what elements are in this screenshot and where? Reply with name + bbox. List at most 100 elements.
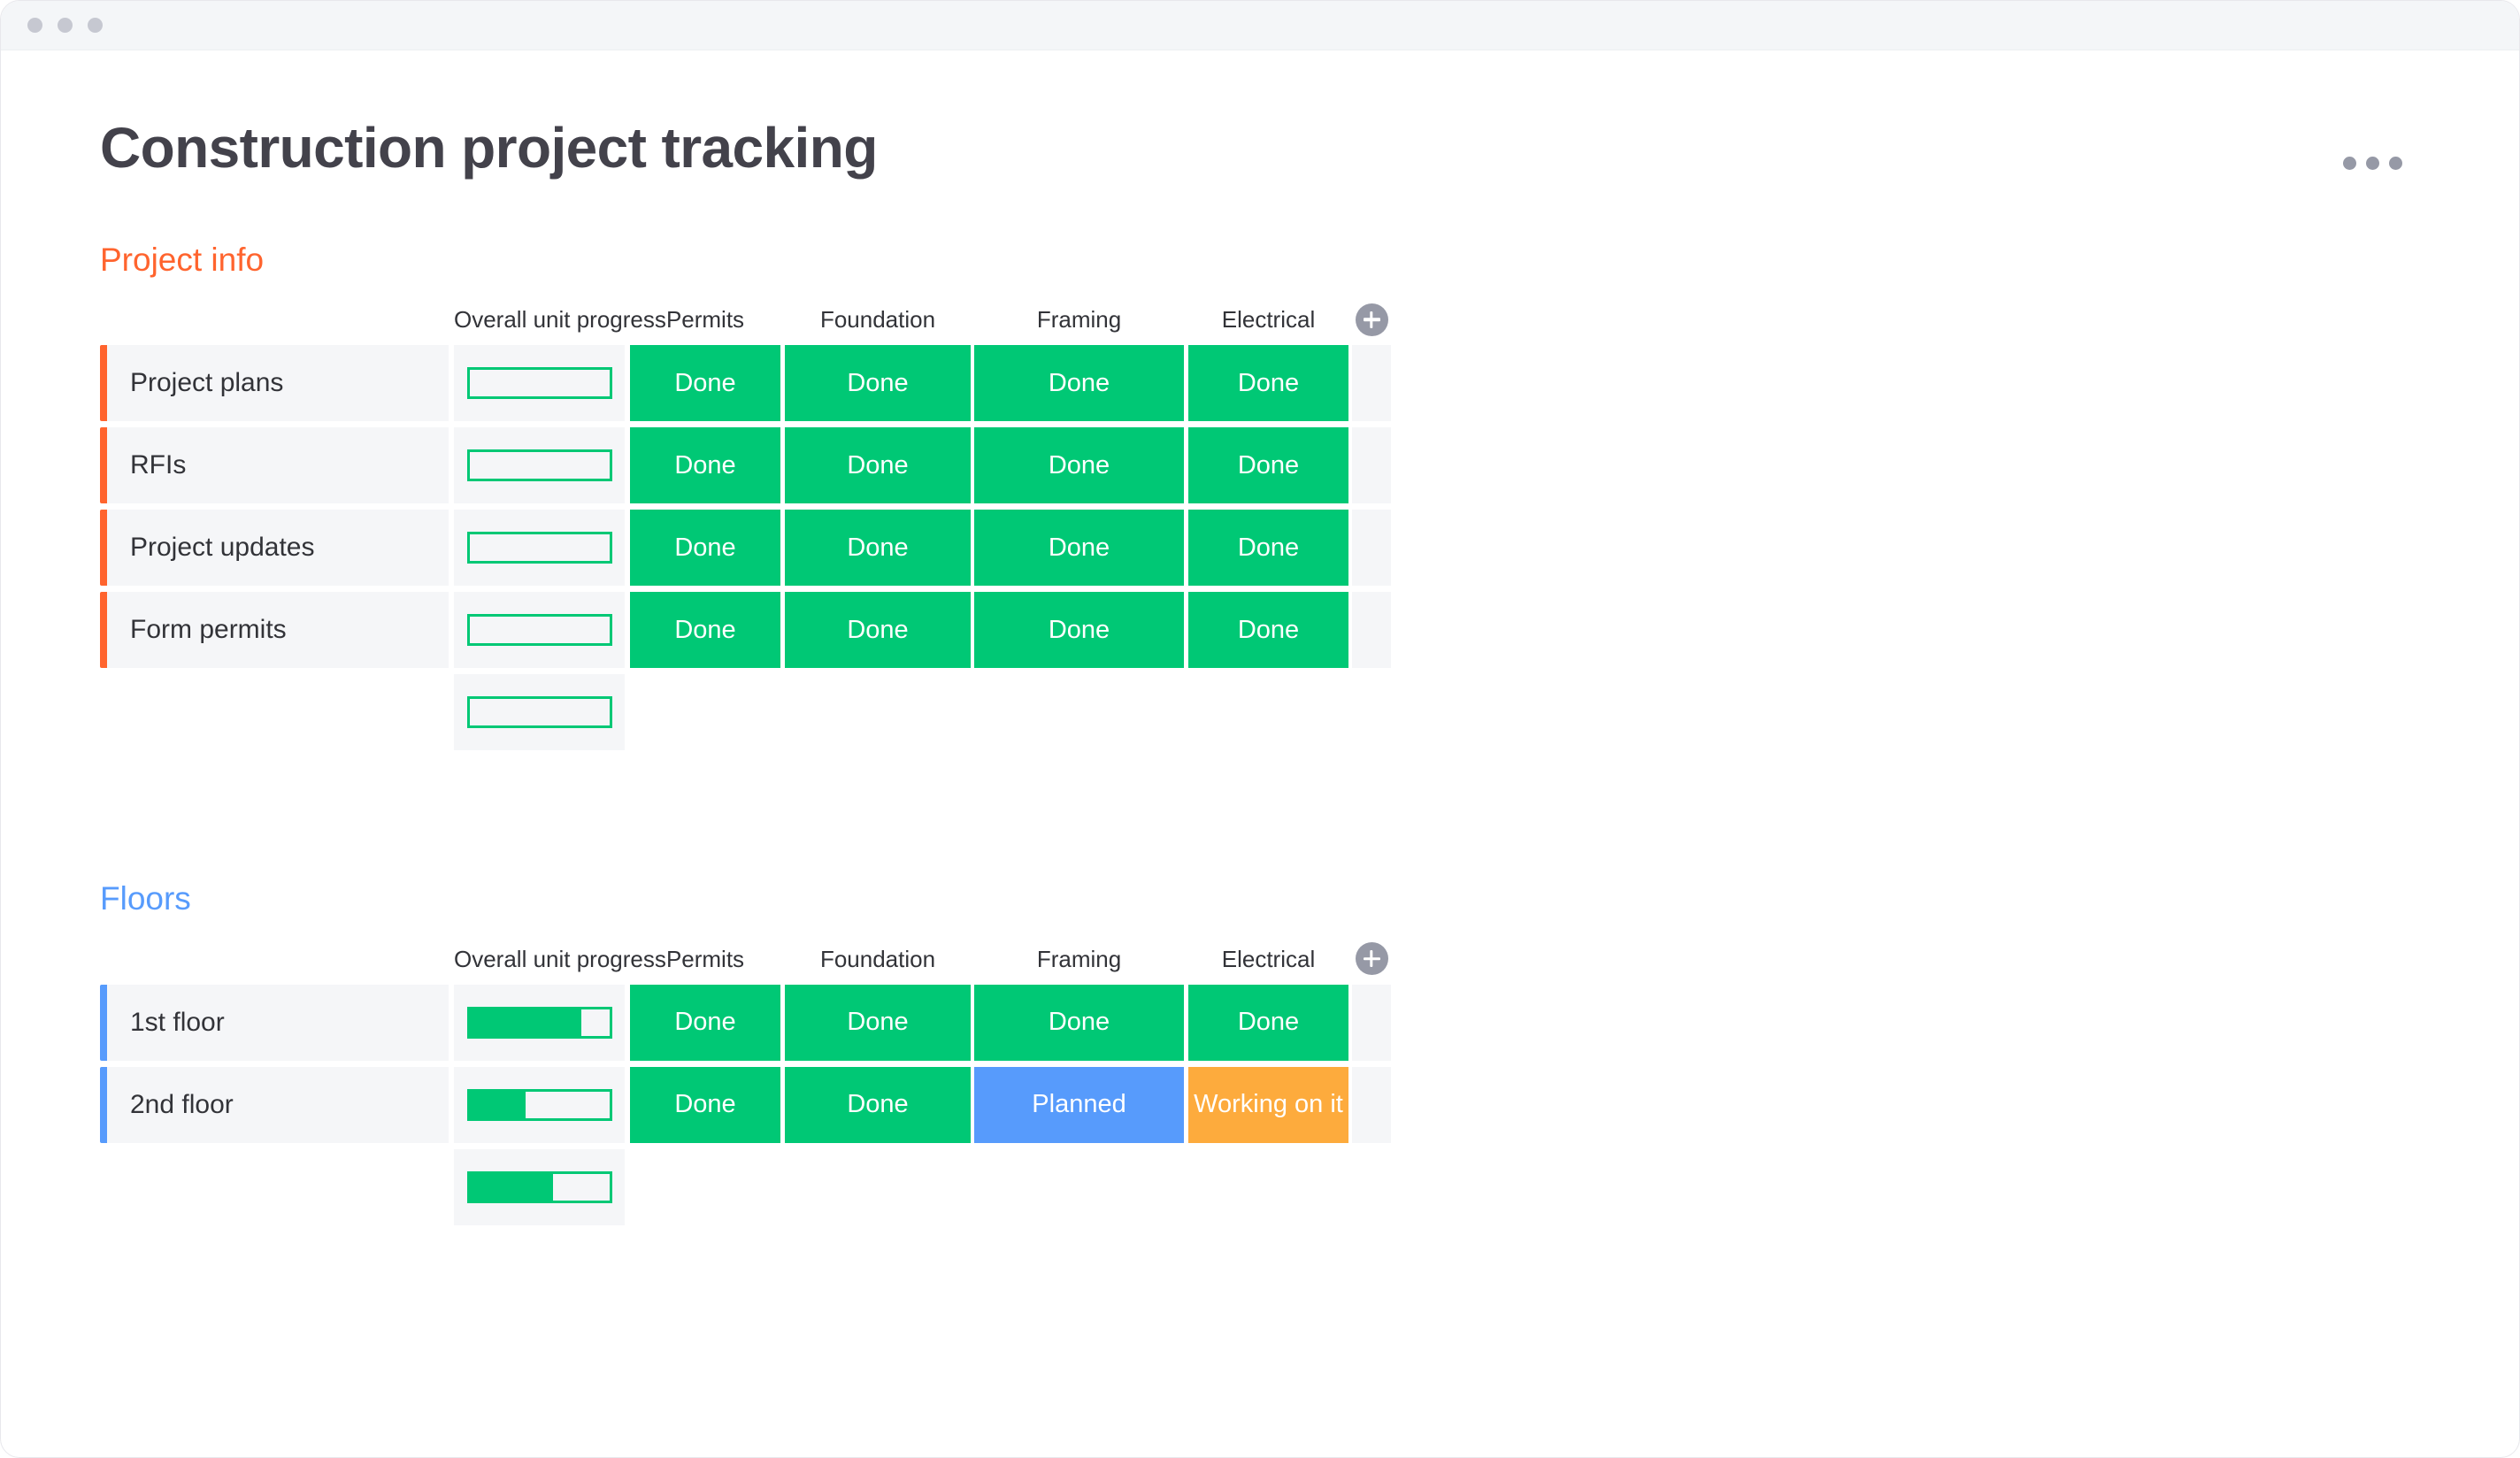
column-header-electrical[interactable]: Electrical bbox=[1188, 294, 1348, 345]
status-cell-permits[interactable]: Done bbox=[630, 427, 780, 503]
row-accent-bar bbox=[100, 427, 107, 503]
column-header-progress[interactable]: Overall unit progress bbox=[454, 933, 625, 985]
table-row[interactable]: 2nd floor Done Done Planned Working on i… bbox=[1, 1067, 2466, 1143]
status-cell-permits[interactable]: Done bbox=[630, 510, 780, 586]
status-cell-framing[interactable]: Done bbox=[974, 427, 1184, 503]
table-row[interactable]: 1st floor Done Done Done Done bbox=[1, 985, 2466, 1061]
row-accent-bar bbox=[100, 1067, 107, 1143]
row-tail-cell bbox=[1352, 345, 1391, 421]
status-cell-permits[interactable]: Done bbox=[630, 1067, 780, 1143]
column-header-foundation[interactable]: Foundation bbox=[785, 933, 971, 985]
app-window: Construction project tracking Project in… bbox=[0, 0, 2520, 1458]
status-cell-foundation[interactable]: Done bbox=[785, 1067, 971, 1143]
summary-progress-cell[interactable] bbox=[454, 674, 625, 750]
column-header-permits[interactable]: Permits bbox=[630, 294, 780, 345]
more-options-button[interactable] bbox=[2336, 150, 2409, 177]
status-cell-framing[interactable]: Done bbox=[974, 592, 1184, 668]
row-accent-bar bbox=[100, 985, 107, 1061]
progress-bar bbox=[467, 367, 612, 399]
row-tail-cell bbox=[1352, 1067, 1391, 1143]
status-cell-foundation[interactable]: Done bbox=[785, 510, 971, 586]
progress-cell[interactable] bbox=[454, 985, 625, 1061]
row-tail-cell bbox=[1352, 510, 1391, 586]
progress-bar bbox=[467, 449, 612, 481]
row-name[interactable]: 2nd floor bbox=[107, 1067, 449, 1143]
more-dot-icon bbox=[2343, 157, 2356, 170]
summary-progress-bar bbox=[467, 1171, 612, 1203]
board-page: Construction project tracking Project in… bbox=[1, 50, 2519, 1225]
column-header-electrical[interactable]: Electrical bbox=[1188, 933, 1348, 985]
maximize-dot-icon[interactable] bbox=[88, 18, 103, 33]
column-header-framing[interactable]: Framing bbox=[974, 933, 1184, 985]
status-cell-electrical[interactable]: Done bbox=[1188, 985, 1348, 1061]
status-cell-electrical[interactable]: Working on it bbox=[1188, 1067, 1348, 1143]
row-name[interactable]: Form permits bbox=[107, 592, 449, 668]
group-summary-row-project-info bbox=[1, 674, 2466, 750]
progress-cell[interactable] bbox=[454, 345, 625, 421]
table-row[interactable]: Project plans Done Done Done Done bbox=[1, 345, 2466, 421]
group-floors: Floors Overall unit progress Permits Fou… bbox=[1, 879, 2466, 1224]
group-summary-row-floors bbox=[1, 1149, 2466, 1225]
progress-fill bbox=[470, 1092, 526, 1118]
summary-progress-cell[interactable] bbox=[454, 1149, 625, 1225]
status-cell-framing[interactable]: Planned bbox=[974, 1067, 1184, 1143]
add-column-button[interactable] bbox=[1356, 942, 1388, 975]
status-cell-permits[interactable]: Done bbox=[630, 592, 780, 668]
page-header: Construction project tracking bbox=[1, 50, 2466, 177]
progress-cell[interactable] bbox=[454, 592, 625, 668]
window-titlebar bbox=[1, 1, 2519, 50]
column-header-foundation[interactable]: Foundation bbox=[785, 294, 971, 345]
add-column-button[interactable] bbox=[1356, 303, 1388, 336]
more-dot-icon bbox=[2389, 157, 2402, 170]
status-cell-electrical[interactable]: Done bbox=[1188, 345, 1348, 421]
column-header-framing[interactable]: Framing bbox=[974, 294, 1184, 345]
status-cell-foundation[interactable]: Done bbox=[785, 427, 971, 503]
row-tail-cell bbox=[1352, 427, 1391, 503]
page-title: Construction project tracking bbox=[100, 119, 878, 176]
row-tail-cell bbox=[1352, 985, 1391, 1061]
add-column-cell bbox=[1352, 942, 1391, 975]
progress-bar bbox=[467, 1089, 612, 1121]
row-name[interactable]: Project updates bbox=[107, 510, 449, 586]
status-cell-electrical[interactable]: Done bbox=[1188, 510, 1348, 586]
group-title-project-info[interactable]: Project info bbox=[1, 241, 2466, 280]
progress-fill bbox=[470, 1009, 581, 1036]
status-cell-permits[interactable]: Done bbox=[630, 985, 780, 1061]
status-cell-framing[interactable]: Done bbox=[974, 345, 1184, 421]
row-name[interactable]: RFIs bbox=[107, 427, 449, 503]
table-row[interactable]: Form permits Done Done Done Done bbox=[1, 592, 2466, 668]
table-row[interactable]: RFIs Done Done Done Done bbox=[1, 427, 2466, 503]
row-name[interactable]: 1st floor bbox=[107, 985, 449, 1061]
status-cell-framing[interactable]: Done bbox=[974, 510, 1184, 586]
group-title-floors[interactable]: Floors bbox=[1, 879, 2466, 918]
status-cell-permits[interactable]: Done bbox=[630, 345, 780, 421]
status-cell-electrical[interactable]: Done bbox=[1188, 427, 1348, 503]
summary-progress-bar bbox=[467, 696, 612, 728]
summary-progress-fill bbox=[470, 1174, 554, 1201]
column-header-row-floors: Overall unit progress Permits Foundation… bbox=[1, 933, 2466, 985]
progress-cell[interactable] bbox=[454, 427, 625, 503]
column-header-progress[interactable]: Overall unit progress bbox=[454, 294, 625, 345]
more-dot-icon bbox=[2366, 157, 2379, 170]
row-accent-bar bbox=[100, 510, 107, 586]
progress-bar bbox=[467, 1007, 612, 1039]
progress-cell[interactable] bbox=[454, 510, 625, 586]
status-cell-foundation[interactable]: Done bbox=[785, 592, 971, 668]
status-cell-foundation[interactable]: Done bbox=[785, 345, 971, 421]
row-tail-cell bbox=[1352, 592, 1391, 668]
progress-bar bbox=[467, 532, 612, 564]
column-header-row-project-info: Overall unit progress Permits Foundation… bbox=[1, 294, 2466, 345]
status-cell-foundation[interactable]: Done bbox=[785, 985, 971, 1061]
table-row[interactable]: Project updates Done Done Done Done bbox=[1, 510, 2466, 586]
row-name[interactable]: Project plans bbox=[107, 345, 449, 421]
progress-bar bbox=[467, 614, 612, 646]
close-dot-icon[interactable] bbox=[27, 18, 42, 33]
column-header-permits[interactable]: Permits bbox=[630, 933, 780, 985]
status-cell-electrical[interactable]: Done bbox=[1188, 592, 1348, 668]
status-cell-framing[interactable]: Done bbox=[974, 985, 1184, 1061]
add-column-cell bbox=[1352, 303, 1391, 336]
progress-cell[interactable] bbox=[454, 1067, 625, 1143]
minimize-dot-icon[interactable] bbox=[58, 18, 73, 33]
row-accent-bar bbox=[100, 592, 107, 668]
group-project-info: Project info Overall unit progress Permi… bbox=[1, 241, 2466, 750]
